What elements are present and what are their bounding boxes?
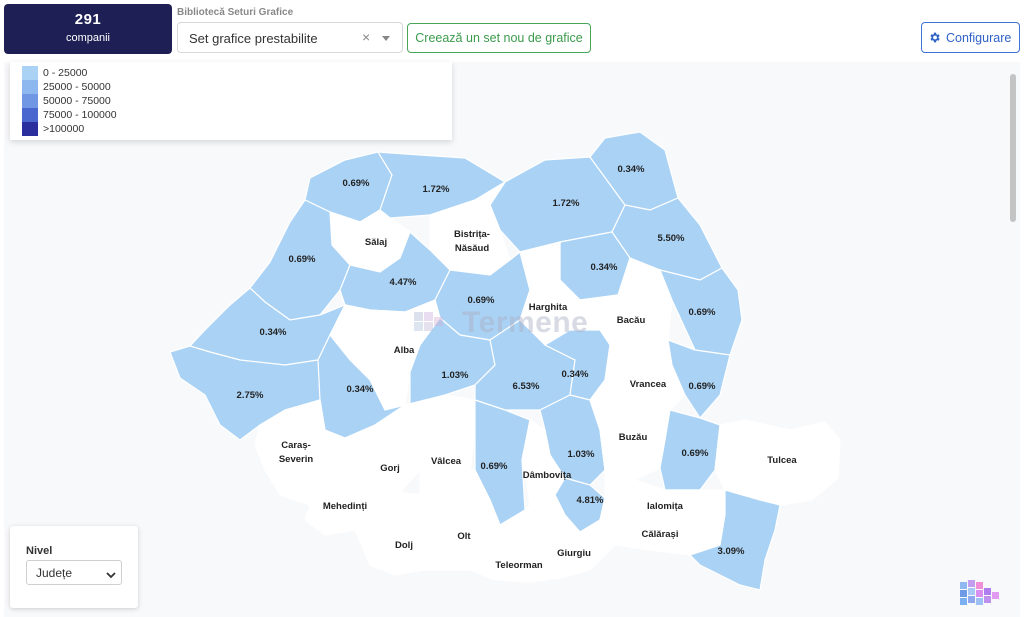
- county-label-valcea: Vâlcea: [431, 456, 462, 467]
- county-label-mehedinti: Mehedinți: [323, 501, 367, 512]
- legend-swatch: [22, 66, 38, 80]
- county-label-tulcea: Tulcea: [767, 455, 797, 466]
- county-label-vrancea: Vrancea: [630, 379, 667, 390]
- legend-swatch: [22, 80, 38, 94]
- legend-label: 75000 - 100000: [43, 109, 117, 121]
- level-selector-panel: Nivel Județe: [10, 526, 138, 608]
- county-label-ilfov: 4.81%: [577, 495, 604, 506]
- county-label-caras-2: Severin: [279, 454, 314, 465]
- county-label-satu-mare: 0.69%: [343, 178, 370, 189]
- county-label-caras-1: Caraș-: [281, 440, 311, 451]
- county-label-salaj: Sălaj: [365, 237, 387, 248]
- watermark-logo-icon: [414, 312, 443, 331]
- termene-logo-icon: [958, 578, 1002, 613]
- county-label-alba: Alba: [394, 345, 415, 356]
- county-label-sibiu: 1.03%: [442, 370, 469, 381]
- legend-label: 0 - 25000: [43, 67, 88, 79]
- county-label-olt: Olt: [457, 531, 471, 542]
- legend-label: >100000: [43, 123, 85, 135]
- county-label-bistrita-2: Năsăud: [455, 243, 490, 254]
- county-label-suceava: 1.72%: [553, 198, 580, 209]
- map-legend: 0 - 25000 25000 - 50000 50000 - 75000 75…: [10, 62, 452, 140]
- county-label-arges: 0.69%: [481, 461, 508, 472]
- county-label-iasi: 5.50%: [658, 233, 685, 244]
- county-label-maramures: 1.72%: [423, 184, 450, 195]
- county-label-calarasi: Călărași: [642, 529, 679, 540]
- watermark-text: Termene: [462, 306, 589, 339]
- county-label-brasov: 6.53%: [513, 381, 540, 392]
- county-label-prahova: 1.03%: [568, 449, 595, 460]
- county-label-bistrita-1: Bistrița-: [454, 229, 490, 240]
- termene-watermark: Termene: [410, 304, 588, 339]
- county-label-ialomita: Ialomița: [647, 501, 684, 512]
- app-root: 291 companii Bibliotecă Seturi Grafice S…: [0, 0, 1024, 617]
- county-label-mures: 0.69%: [468, 295, 495, 306]
- level-select-value: Județe: [36, 566, 73, 580]
- county-label-timis: 2.75%: [237, 390, 264, 401]
- county-label-hunedoara: 0.34%: [347, 384, 374, 395]
- level-select[interactable]: Județe: [26, 560, 122, 585]
- county-label-dolj: Dolj: [395, 540, 413, 551]
- county-label-neamt: 0.34%: [591, 262, 618, 273]
- county-label-dambovita: Dâmbovița: [523, 470, 572, 481]
- county-label-teleorman: Teleorman: [495, 560, 543, 571]
- level-label: Nivel: [26, 545, 53, 557]
- county-label-cluj: 4.47%: [390, 277, 417, 288]
- county-label-braila: 0.69%: [682, 448, 709, 459]
- county-label-galati: 0.69%: [689, 381, 716, 392]
- legend-label: 50000 - 75000: [43, 95, 111, 107]
- county-label-bacau: Bacău: [617, 315, 646, 326]
- county-label-constanta: 3.09%: [718, 546, 745, 557]
- legend-swatch: [22, 94, 38, 108]
- chevron-down-icon: [106, 567, 116, 585]
- legend-swatch: [22, 108, 38, 122]
- legend-swatch: [22, 122, 38, 136]
- county-label-botosani: 0.34%: [618, 164, 645, 175]
- county-label-gorj: Gorj: [380, 463, 400, 474]
- county-label-buzau: Buzău: [619, 432, 648, 443]
- county-label-giurgiu: Giurgiu: [557, 548, 591, 559]
- county-label-bihor: 0.69%: [289, 254, 316, 265]
- county-label-covasna: 0.34%: [562, 369, 589, 380]
- legend-label: 25000 - 50000: [43, 81, 111, 93]
- county-label-arad: 0.34%: [260, 327, 287, 338]
- county-label-vaslui: 0.69%: [689, 307, 716, 318]
